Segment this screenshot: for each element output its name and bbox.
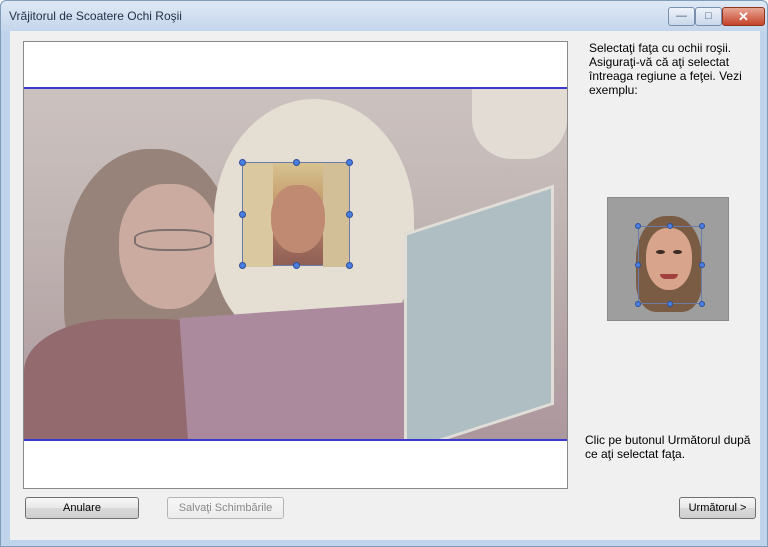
selection-handle-left[interactable] xyxy=(239,211,246,218)
close-icon: ✕ xyxy=(738,9,749,24)
selection-handle-right[interactable] xyxy=(346,211,353,218)
example-handle-right xyxy=(699,262,705,268)
save-changes-button[interactable]: Salvaţi Schimbările xyxy=(167,497,284,519)
selection-handle-bottom[interactable] xyxy=(293,262,300,269)
wizard-content: Selectaţi faţa cu ochii roşii. Asiguraţi… xyxy=(10,31,760,540)
face-selection-box[interactable] xyxy=(239,159,353,269)
selected-face xyxy=(271,185,325,253)
photo-preview-panel xyxy=(23,41,568,489)
selection-handle-top-left[interactable] xyxy=(239,159,246,166)
example-handle-left xyxy=(635,262,641,268)
example-selection-box xyxy=(638,226,702,304)
selection-handle-top-right[interactable] xyxy=(346,159,353,166)
minimize-button[interactable]: — xyxy=(668,7,695,26)
selected-hair-left xyxy=(243,163,273,267)
maximize-icon: □ xyxy=(705,10,712,22)
instruction-click-next: Clic pe butonul Următorul după ce aţi se… xyxy=(585,433,751,461)
photo-canvas[interactable] xyxy=(24,87,567,441)
example-handle-top xyxy=(667,223,673,229)
window-title: Vrăjitorul de Scoatere Ochi Roşii xyxy=(9,9,182,23)
example-handle-bottom-left xyxy=(635,301,641,307)
instruction-select-face: Selectaţi faţa cu ochii roşii. Asiguraţi… xyxy=(589,41,742,97)
maximize-button[interactable]: □ xyxy=(695,7,722,26)
selection-handle-bottom-left[interactable] xyxy=(239,262,246,269)
close-button[interactable]: ✕ xyxy=(722,7,765,26)
title-bar[interactable]: Vrăjitorul de Scoatere Ochi Roşii — □ ✕ xyxy=(1,1,767,31)
example-image xyxy=(607,197,729,321)
selection-handle-bottom-right[interactable] xyxy=(346,262,353,269)
example-handle-bottom-right xyxy=(699,301,705,307)
wizard-window: Vrăjitorul de Scoatere Ochi Roşii — □ ✕ xyxy=(0,0,768,547)
example-handle-bottom xyxy=(667,301,673,307)
cancel-button[interactable]: Anulare xyxy=(25,497,139,519)
minimize-icon: — xyxy=(676,10,687,22)
next-button[interactable]: Următorul > xyxy=(679,497,756,519)
example-handle-top-left xyxy=(635,223,641,229)
selection-handle-top[interactable] xyxy=(293,159,300,166)
example-handle-top-right xyxy=(699,223,705,229)
